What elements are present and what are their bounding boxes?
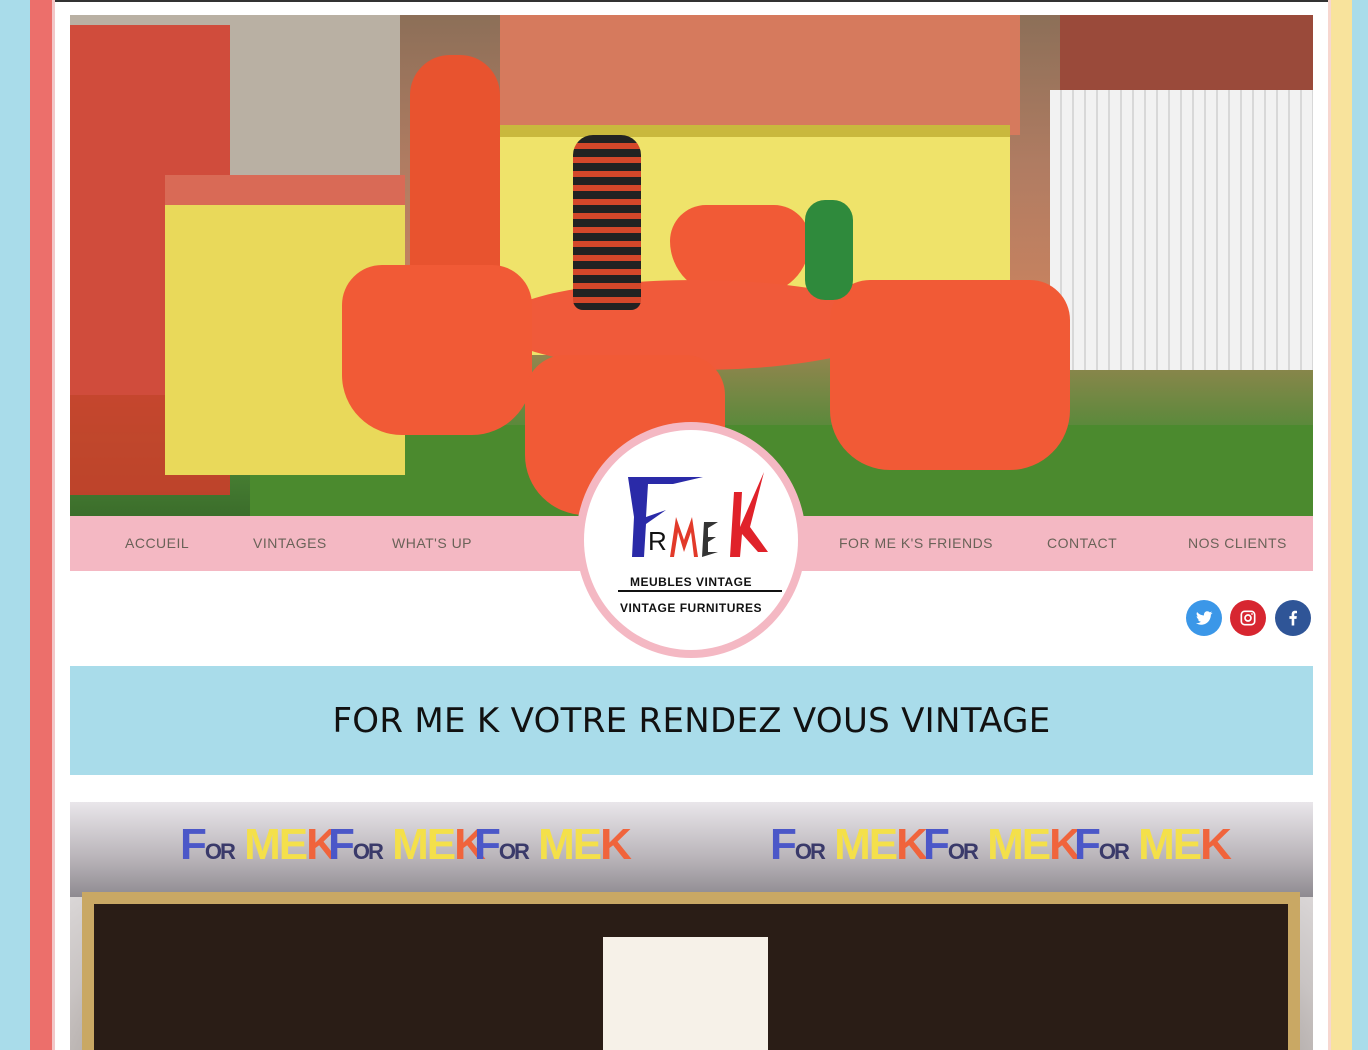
instagram-icon[interactable] (1230, 600, 1266, 636)
headline-banner: FOR ME K VOTRE RENDEZ VOUS VINTAGE (70, 666, 1313, 775)
left-stripe-red (30, 0, 52, 1050)
storefront-logo-icon: FOR MEK (770, 820, 928, 869)
storefront-logo-icon: FOR MEK (1074, 820, 1232, 869)
storefront-logo-icon: FOR MEK (923, 820, 1081, 869)
nav-item-accueil[interactable]: ACCUEIL (125, 516, 189, 571)
storefront-logo-icon: FOR MEK (328, 820, 486, 869)
nav-item-nos-clients[interactable]: NOS CLIENTS (1188, 516, 1287, 571)
facebook-icon[interactable] (1275, 600, 1311, 636)
storefront-logo-icon: FOR MEK (474, 820, 632, 869)
storefront-logo-icon: FOR MEK (180, 820, 338, 869)
twitter-icon[interactable] (1186, 600, 1222, 636)
right-stripe-yellow (1331, 0, 1352, 1050)
nav-item-vintages[interactable]: VINTAGES (253, 516, 327, 571)
page-title: FOR ME K VOTRE RENDEZ VOUS VINTAGE (332, 700, 1051, 741)
logo-tagline-english: VINTAGE FURNITURES (619, 601, 763, 615)
right-stripe-blue (1352, 0, 1368, 1050)
nav-item-for-me-k-friends[interactable]: FOR ME K'S FRIENDS (839, 516, 993, 571)
logo-tagline-french: MEUBLES VINTAGE (630, 575, 752, 589)
storefront-image: FOR MEK FOR MEK FOR MEK FOR MEK FOR MEK … (70, 802, 1313, 1050)
nav-item-contact[interactable]: CONTACT (1047, 516, 1117, 571)
site-logo[interactable]: R MEUBLES VINTAGE VINTAGE FURNITURES (576, 422, 806, 658)
svg-text:R: R (648, 526, 667, 556)
left-stripe-blue (0, 0, 30, 1050)
logo-divider (618, 590, 782, 592)
for-me-k-logo-icon: R (628, 472, 768, 557)
nav-item-whats-up[interactable]: WHAT'S UP (392, 516, 472, 571)
